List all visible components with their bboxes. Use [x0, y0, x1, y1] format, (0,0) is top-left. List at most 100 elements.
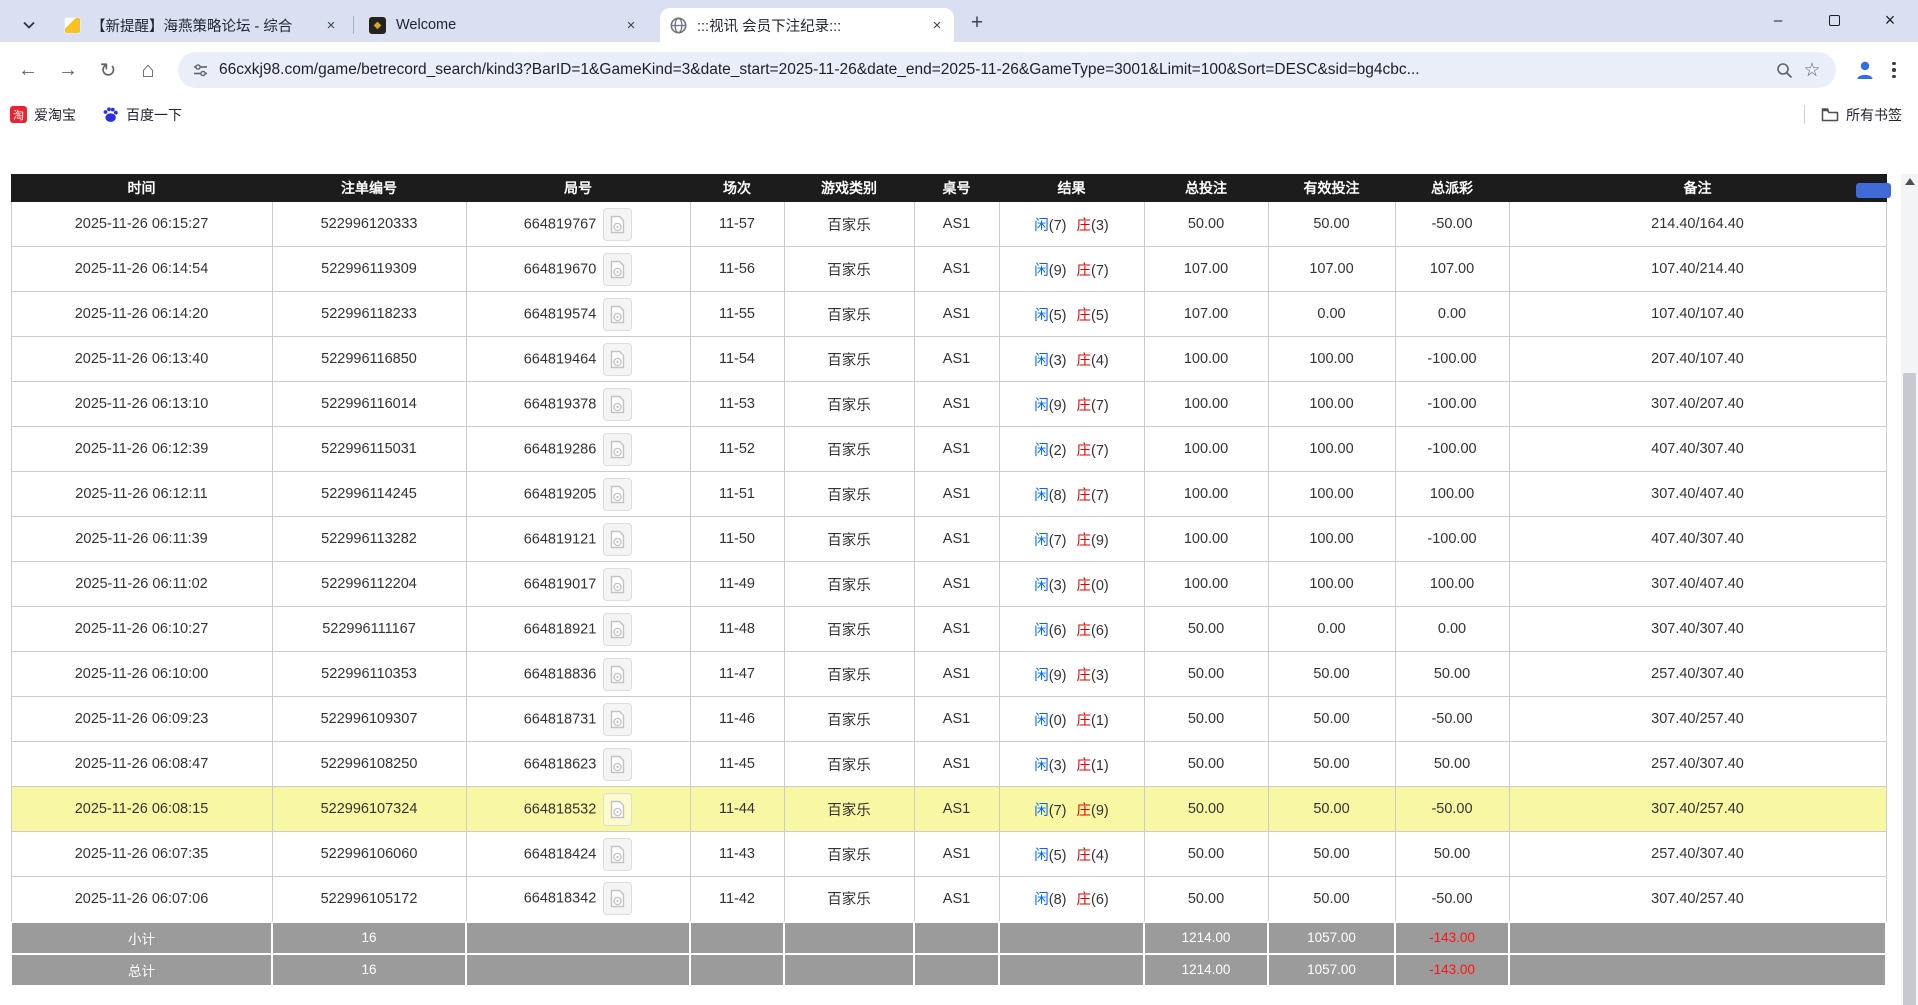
cell-bet-id: 522996107324: [272, 787, 466, 832]
forward-button[interactable]: →: [51, 53, 85, 87]
cell-session: 11-50: [690, 517, 784, 562]
tab-forum[interactable]: 【新提醒】海燕策略论坛 - 综合 ×: [54, 8, 348, 42]
forum-favicon-icon: [64, 17, 81, 34]
video-replay-button[interactable]: [603, 523, 632, 556]
video-replay-button[interactable]: [603, 613, 632, 646]
bookmark-taobao[interactable]: 淘 爱淘宝: [10, 105, 76, 125]
cell-session: 11-47: [690, 652, 784, 697]
back-button[interactable]: ←: [11, 53, 45, 87]
video-replay-button[interactable]: [603, 433, 632, 466]
cell-valid-bet: 0.00: [1268, 607, 1395, 652]
cell-bet-id: 522996106060: [272, 832, 466, 877]
cell-game-type: 百家乐: [784, 832, 914, 877]
video-file-icon: [610, 395, 625, 414]
cell-time: 2025-11-26 06:07:35: [11, 832, 272, 877]
cell-remark: 307.40/207.40: [1509, 382, 1886, 427]
taobao-icon: 淘: [10, 106, 27, 123]
triangle-up-icon: [1905, 178, 1915, 185]
video-file-icon: [610, 800, 625, 819]
maximize-button[interactable]: [1806, 0, 1862, 40]
welcome-favicon-icon: ◆: [369, 17, 386, 34]
reload-button[interactable]: ↻: [91, 53, 125, 87]
summary-total-bet: 1214.00: [1144, 922, 1268, 954]
cell-game-type: 百家乐: [784, 472, 914, 517]
cell-bet-id: 522996110353: [272, 652, 466, 697]
close-window-button[interactable]: ×: [1862, 0, 1918, 40]
cell-time: 2025-11-26 06:13:40: [11, 337, 272, 382]
scrollbar-thumb[interactable]: [1903, 373, 1916, 1005]
bookmarks-bar: 淘 爱淘宝 百度一下 所有书签: [0, 98, 1918, 131]
tab-welcome[interactable]: ◆ Welcome ×: [359, 8, 648, 42]
cell-bet-id: 522996116850: [272, 337, 466, 382]
video-replay-button[interactable]: [603, 838, 632, 871]
site-settings-icon[interactable]: [192, 62, 209, 79]
cell-total-bet: 50.00: [1144, 652, 1268, 697]
video-replay-button[interactable]: [603, 658, 632, 691]
close-tab-icon[interactable]: ×: [322, 16, 340, 34]
cell-bet-id: 522996118233: [272, 292, 466, 337]
cell-valid-bet: 100.00: [1268, 337, 1395, 382]
bookmark-baidu[interactable]: 百度一下: [102, 105, 182, 125]
table-row: 2025-11-26 06:07:06 522996105172 6648183…: [11, 877, 1886, 922]
new-tab-button[interactable]: +: [962, 8, 992, 38]
round-id: 664819205: [524, 486, 597, 502]
video-replay-button[interactable]: [603, 748, 632, 781]
table-row: 2025-11-26 06:10:00 522996110353 6648188…: [11, 652, 1886, 697]
cell-session: 11-46: [690, 697, 784, 742]
tab-search-button[interactable]: [14, 8, 44, 42]
video-replay-button[interactable]: [603, 253, 632, 286]
maximize-icon: [1829, 15, 1840, 26]
cell-table-no: AS1: [914, 427, 999, 472]
video-replay-button[interactable]: [603, 478, 632, 511]
cell-game-type: 百家乐: [784, 292, 914, 337]
all-bookmarks-button[interactable]: 所有书签: [1821, 105, 1902, 125]
video-replay-button[interactable]: [603, 882, 632, 915]
cell-remark: 107.40/214.40: [1509, 247, 1886, 292]
video-file-icon: [610, 755, 625, 774]
scroll-up-button[interactable]: [1901, 174, 1918, 189]
partial-button[interactable]: [1856, 183, 1891, 198]
close-tab-icon[interactable]: ×: [928, 16, 946, 34]
cell-result: 闲(7) 庄(3): [999, 202, 1144, 247]
video-replay-button[interactable]: [603, 793, 632, 826]
video-replay-button[interactable]: [603, 568, 632, 601]
cell-result: 闲(3) 庄(0): [999, 562, 1144, 607]
minimize-button[interactable]: –: [1750, 0, 1806, 40]
video-replay-button[interactable]: [603, 388, 632, 421]
cell-time: 2025-11-26 06:09:23: [11, 697, 272, 742]
column-header: 总投注: [1144, 175, 1268, 202]
video-replay-button[interactable]: [603, 298, 632, 331]
cell-total-bet: 107.00: [1144, 292, 1268, 337]
address-bar[interactable]: 66cxkj98.com/game/betrecord_search/kind3…: [178, 52, 1836, 88]
zoom-icon[interactable]: [1770, 56, 1798, 84]
video-file-icon: [610, 260, 625, 279]
cell-table-no: AS1: [914, 652, 999, 697]
cell-session: 11-54: [690, 337, 784, 382]
video-replay-button[interactable]: [603, 703, 632, 736]
cell-time: 2025-11-26 06:10:27: [11, 607, 272, 652]
cell-table-no: AS1: [914, 337, 999, 382]
tab-bet-records[interactable]: :::视讯 会员下注纪录::: ×: [660, 8, 954, 42]
cell-total-bet: 100.00: [1144, 427, 1268, 472]
cell-session: 11-48: [690, 607, 784, 652]
table-row: 2025-11-26 06:08:47 522996108250 6648186…: [11, 742, 1886, 787]
cell-session: 11-52: [690, 427, 784, 472]
browser-menu-icon[interactable]: [1882, 53, 1906, 87]
summary-count: 16: [272, 954, 466, 986]
cell-valid-bet: 0.00: [1268, 292, 1395, 337]
table-header-row: 时间注单编号局号场次游戏类别桌号结果总投注有效投注总派彩备注: [11, 175, 1886, 202]
video-file-icon: [610, 440, 625, 459]
cell-round: 664819378: [466, 382, 690, 427]
browser-toolbar: ← → ↻ ⌂ 66cxkj98.com/game/betrecord_sear…: [0, 42, 1918, 98]
cell-remark: 214.40/164.40: [1509, 202, 1886, 247]
tab-separator: [353, 16, 354, 34]
video-replay-button[interactable]: [603, 208, 632, 241]
cell-result: 闲(9) 庄(7): [999, 382, 1144, 427]
home-button[interactable]: ⌂: [131, 53, 165, 87]
video-replay-button[interactable]: [603, 343, 632, 376]
video-file-icon: [610, 575, 625, 594]
scrollbar[interactable]: [1901, 174, 1918, 1005]
close-tab-icon[interactable]: ×: [622, 16, 640, 34]
bookmark-star-icon[interactable]: ☆: [1798, 56, 1826, 84]
profile-avatar-icon[interactable]: [1848, 53, 1882, 87]
